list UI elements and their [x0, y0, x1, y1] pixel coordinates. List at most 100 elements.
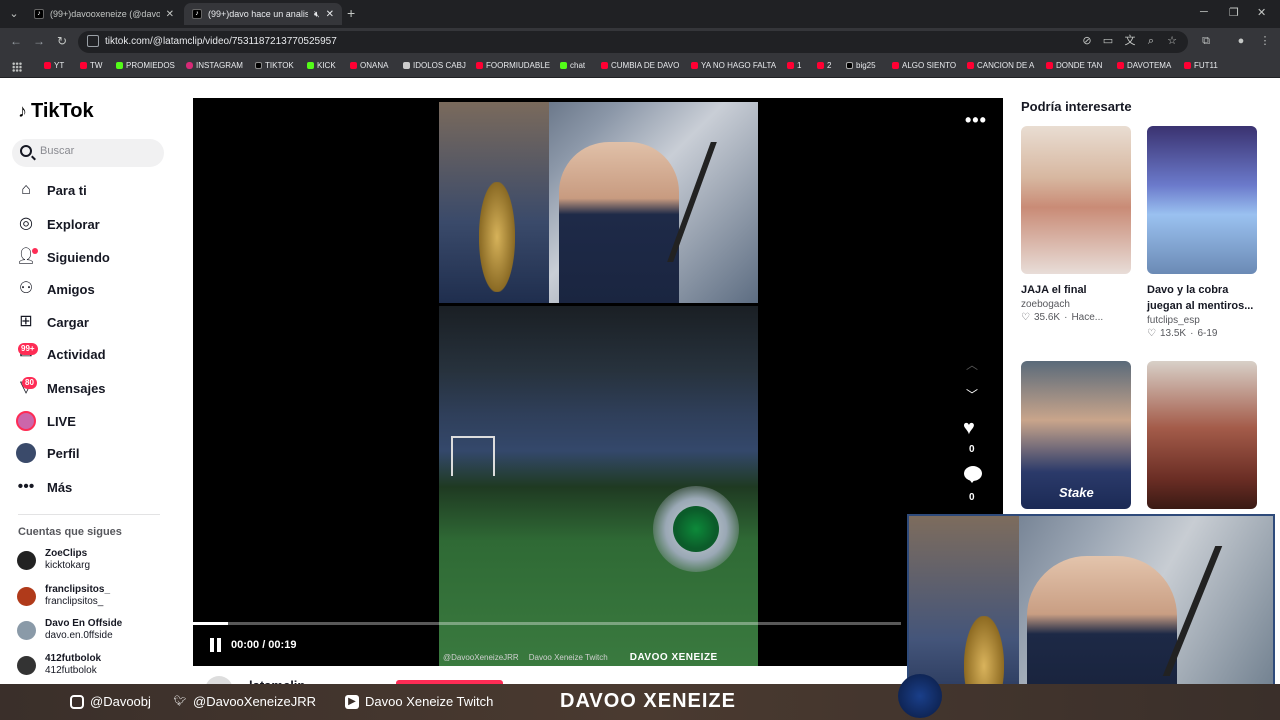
nav-para-ti[interactable]: ⌂ Para ti [16, 178, 166, 202]
youtube-icon [691, 62, 698, 69]
following-account[interactable]: 412futbolok 412futbolok [17, 653, 101, 677]
forward-icon[interactable]: → [33, 34, 45, 48]
mute-tab-icon[interactable]: 🔇︎ [314, 9, 320, 20]
url-text: tiktok.com/@latamclip/video/753118721377… [105, 36, 337, 47]
bookmark[interactable]: ALGO SIENTO [892, 61, 956, 70]
sidebar-divider [18, 514, 160, 515]
compass-icon: ◎ [19, 215, 33, 232]
video-thumbnail[interactable] [1021, 126, 1131, 274]
nav-perfil[interactable]: Perfil [16, 441, 166, 465]
bookmark[interactable]: IDOLOS CABJ [403, 61, 466, 70]
search-input[interactable] [40, 145, 158, 157]
video-thumbnail[interactable] [1147, 361, 1257, 509]
bookmark-star-icon[interactable]: ☆ [1166, 35, 1178, 47]
youtube-icon [1184, 62, 1191, 69]
bookmark[interactable]: TW [80, 61, 102, 70]
youtube-icon [80, 62, 87, 69]
bookmark[interactable]: KICK [307, 61, 336, 70]
video-frame-bottom [439, 306, 758, 668]
nav-explorar[interactable]: ◎ Explorar [16, 212, 166, 236]
youtube-play-icon: ▶ [345, 694, 359, 709]
nav-cargar[interactable]: ⊞ Cargar [16, 310, 166, 334]
restore-icon[interactable]: ❐ [1229, 6, 1239, 19]
bookmark[interactable]: CANCION DE A [967, 61, 1034, 70]
bookmark[interactable]: CUMBIA DE DAVO [601, 61, 679, 70]
previous-video-icon[interactable]: ︿ [966, 356, 978, 373]
more-options-icon[interactable]: ••• [965, 110, 987, 131]
bookmark[interactable]: FOORMIUDABLE [476, 61, 550, 70]
profile-avatar-icon[interactable]: ● [1235, 35, 1247, 47]
site-info-icon[interactable] [87, 35, 99, 47]
activity-badge: 99+ [18, 343, 38, 355]
suggested-video-card[interactable]: Davo y la cobra juegan al mentiros... fu… [1147, 126, 1257, 339]
avatar [17, 620, 36, 640]
search-icon [20, 145, 32, 157]
following-account[interactable]: ZoeClips kicktokarg [17, 548, 90, 572]
bookmark[interactable]: YT [44, 61, 64, 70]
tab-title: (99+)davooxeneize (@davooxeneize) [50, 9, 160, 19]
translate-icon[interactable]: 文 [1124, 35, 1136, 47]
overlay-twitter: 🐦︎ @DavooXeneizeJRR [173, 694, 317, 709]
suggested-title: Podría interesarte [1021, 99, 1132, 114]
search-box[interactable] [12, 139, 164, 167]
suggested-video-card[interactable] [1147, 361, 1257, 509]
next-video-icon[interactable]: ﹀ [966, 386, 978, 403]
bookmark[interactable]: FUT11 [1184, 61, 1218, 70]
zoom-icon[interactable]: ⌕ [1145, 35, 1157, 47]
nav-amigos[interactable]: ⚇ Amigos [16, 277, 166, 301]
bookmark[interactable]: PROMIEDOS [116, 61, 175, 70]
like-heart-icon[interactable]: ♥ [963, 418, 975, 438]
like-count: 0 [969, 444, 975, 455]
heart-outline-icon: ♡ [1021, 312, 1030, 323]
browser-tab[interactable]: ♪ (99+)davooxeneize (@davooxeneize) ✕ [26, 3, 182, 25]
video-player[interactable]: @DavooXeneizeJRR Davoo Xeneize Twitch DA… [193, 98, 1003, 668]
bookmark[interactable]: TIKTOK [255, 61, 294, 70]
avatar [17, 586, 36, 606]
comment-icon[interactable] [964, 466, 982, 483]
following-account[interactable]: Davo En Offside davo.en.0ffside [17, 618, 122, 642]
apps-grid-icon[interactable] [12, 62, 22, 72]
video-progress-fill [193, 622, 229, 625]
nav-mas[interactable]: ••• Más [16, 475, 166, 499]
suggested-video-card[interactable]: Stake [1021, 361, 1131, 509]
bookmark[interactable]: YA NO HAGO FALTA [691, 61, 776, 70]
home-icon: ⌂ [21, 181, 31, 198]
tracking-off-icon[interactable]: ⊘ [1081, 35, 1093, 47]
video-progress-bar[interactable] [193, 622, 901, 625]
following-account[interactable]: franclipsitos_ franclipsitos_ [17, 584, 110, 608]
minimize-icon[interactable]: ─ [1200, 6, 1208, 18]
bookmark[interactable]: chat [560, 61, 585, 70]
close-tab-icon[interactable]: ✕ [326, 9, 334, 20]
bookmark[interactable]: ONANA [350, 61, 388, 70]
extensions-icon[interactable]: ⧉ [1200, 35, 1212, 47]
close-window-icon[interactable]: ✕ [1257, 6, 1266, 19]
video-thumbnail[interactable]: Stake [1021, 361, 1131, 509]
address-bar[interactable]: tiktok.com/@latamclip/video/753118721377… [78, 31, 1188, 53]
tiktok-logo[interactable]: ♪ TikTok [18, 100, 94, 123]
cast-icon[interactable]: ▭ [1102, 35, 1114, 47]
back-icon[interactable]: ← [10, 34, 22, 48]
nav-mensajes[interactable]: ▽ Mensajes [16, 376, 166, 400]
bookmark[interactable]: 1 [787, 61, 801, 70]
video-thumbnail[interactable] [1147, 126, 1257, 274]
bookmark[interactable]: big25 [846, 61, 876, 70]
reload-icon[interactable]: ↻ [57, 34, 67, 48]
suggested-video-card[interactable]: JAJA el final zoebogach ♡ 35.6K · Hace..… [1021, 126, 1131, 323]
nav-actividad[interactable]: ✉ Actividad [16, 342, 166, 366]
pause-icon[interactable] [210, 638, 222, 652]
following-accounts-title: Cuentas que sigues [18, 526, 122, 538]
nav-siguiendo[interactable]: 👤︎ Siguiendo [16, 245, 166, 269]
bookmark[interactable]: DONDE TAN [1046, 61, 1102, 70]
bookmark[interactable]: 2 [817, 61, 831, 70]
bookmark[interactable]: DAVOTEMA [1117, 61, 1171, 70]
youtube-icon [476, 62, 483, 69]
nav-live[interactable]: LIVE [16, 409, 166, 433]
bookmark[interactable]: INSTAGRAM [186, 61, 243, 70]
menu-kebab-icon[interactable]: ⋮ [1259, 35, 1271, 47]
close-tab-icon[interactable]: ✕ [166, 9, 174, 20]
new-tab-button[interactable]: + [347, 5, 355, 21]
overlay-brand: DAVOO XENEIZE [560, 690, 736, 712]
watermark-logo [653, 486, 739, 572]
tab-search-icon[interactable]: ⌄ [6, 6, 22, 22]
browser-tab-active[interactable]: ♪ (99+)davo hace un analisis 🔇︎ ✕ [184, 3, 342, 25]
